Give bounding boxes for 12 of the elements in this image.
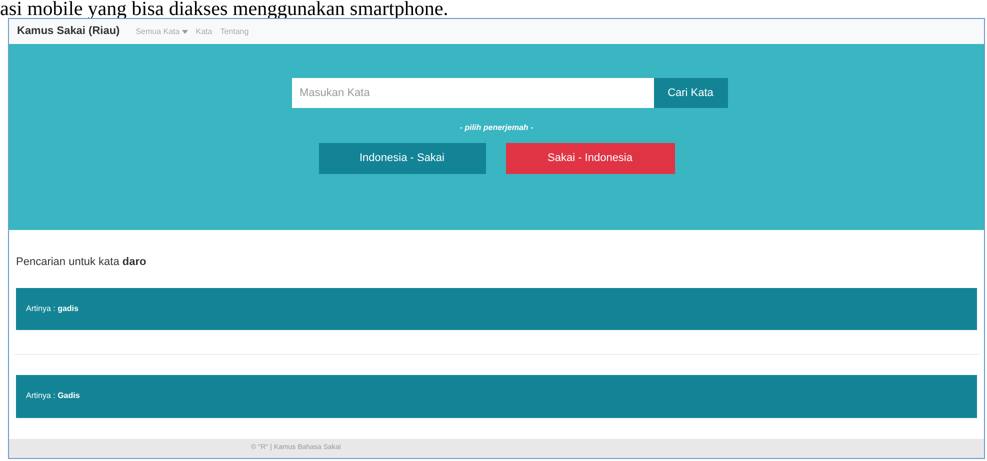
translator-button[interactable]: Sakai - Indonesia bbox=[506, 143, 674, 174]
result-text: Artinya : gadis bbox=[26, 302, 78, 314]
nav-link[interactable]: Kata bbox=[196, 26, 212, 38]
result-text: Artinya : Gadis bbox=[26, 390, 80, 402]
translator-button[interactable]: Indonesia - Sakai bbox=[318, 143, 486, 174]
nav-link[interactable]: Semua Kata bbox=[136, 26, 188, 38]
result-heading: Pencarian untuk kata daro bbox=[16, 255, 148, 270]
translator-label: - pilih penerjemah - bbox=[460, 122, 534, 134]
search-button[interactable]: Cari Kata bbox=[654, 78, 728, 108]
brand-title[interactable]: Kamus Sakai (Riau) bbox=[17, 23, 120, 40]
search-field[interactable]: Masukan Kata bbox=[292, 78, 654, 108]
caret-icon bbox=[182, 30, 188, 34]
